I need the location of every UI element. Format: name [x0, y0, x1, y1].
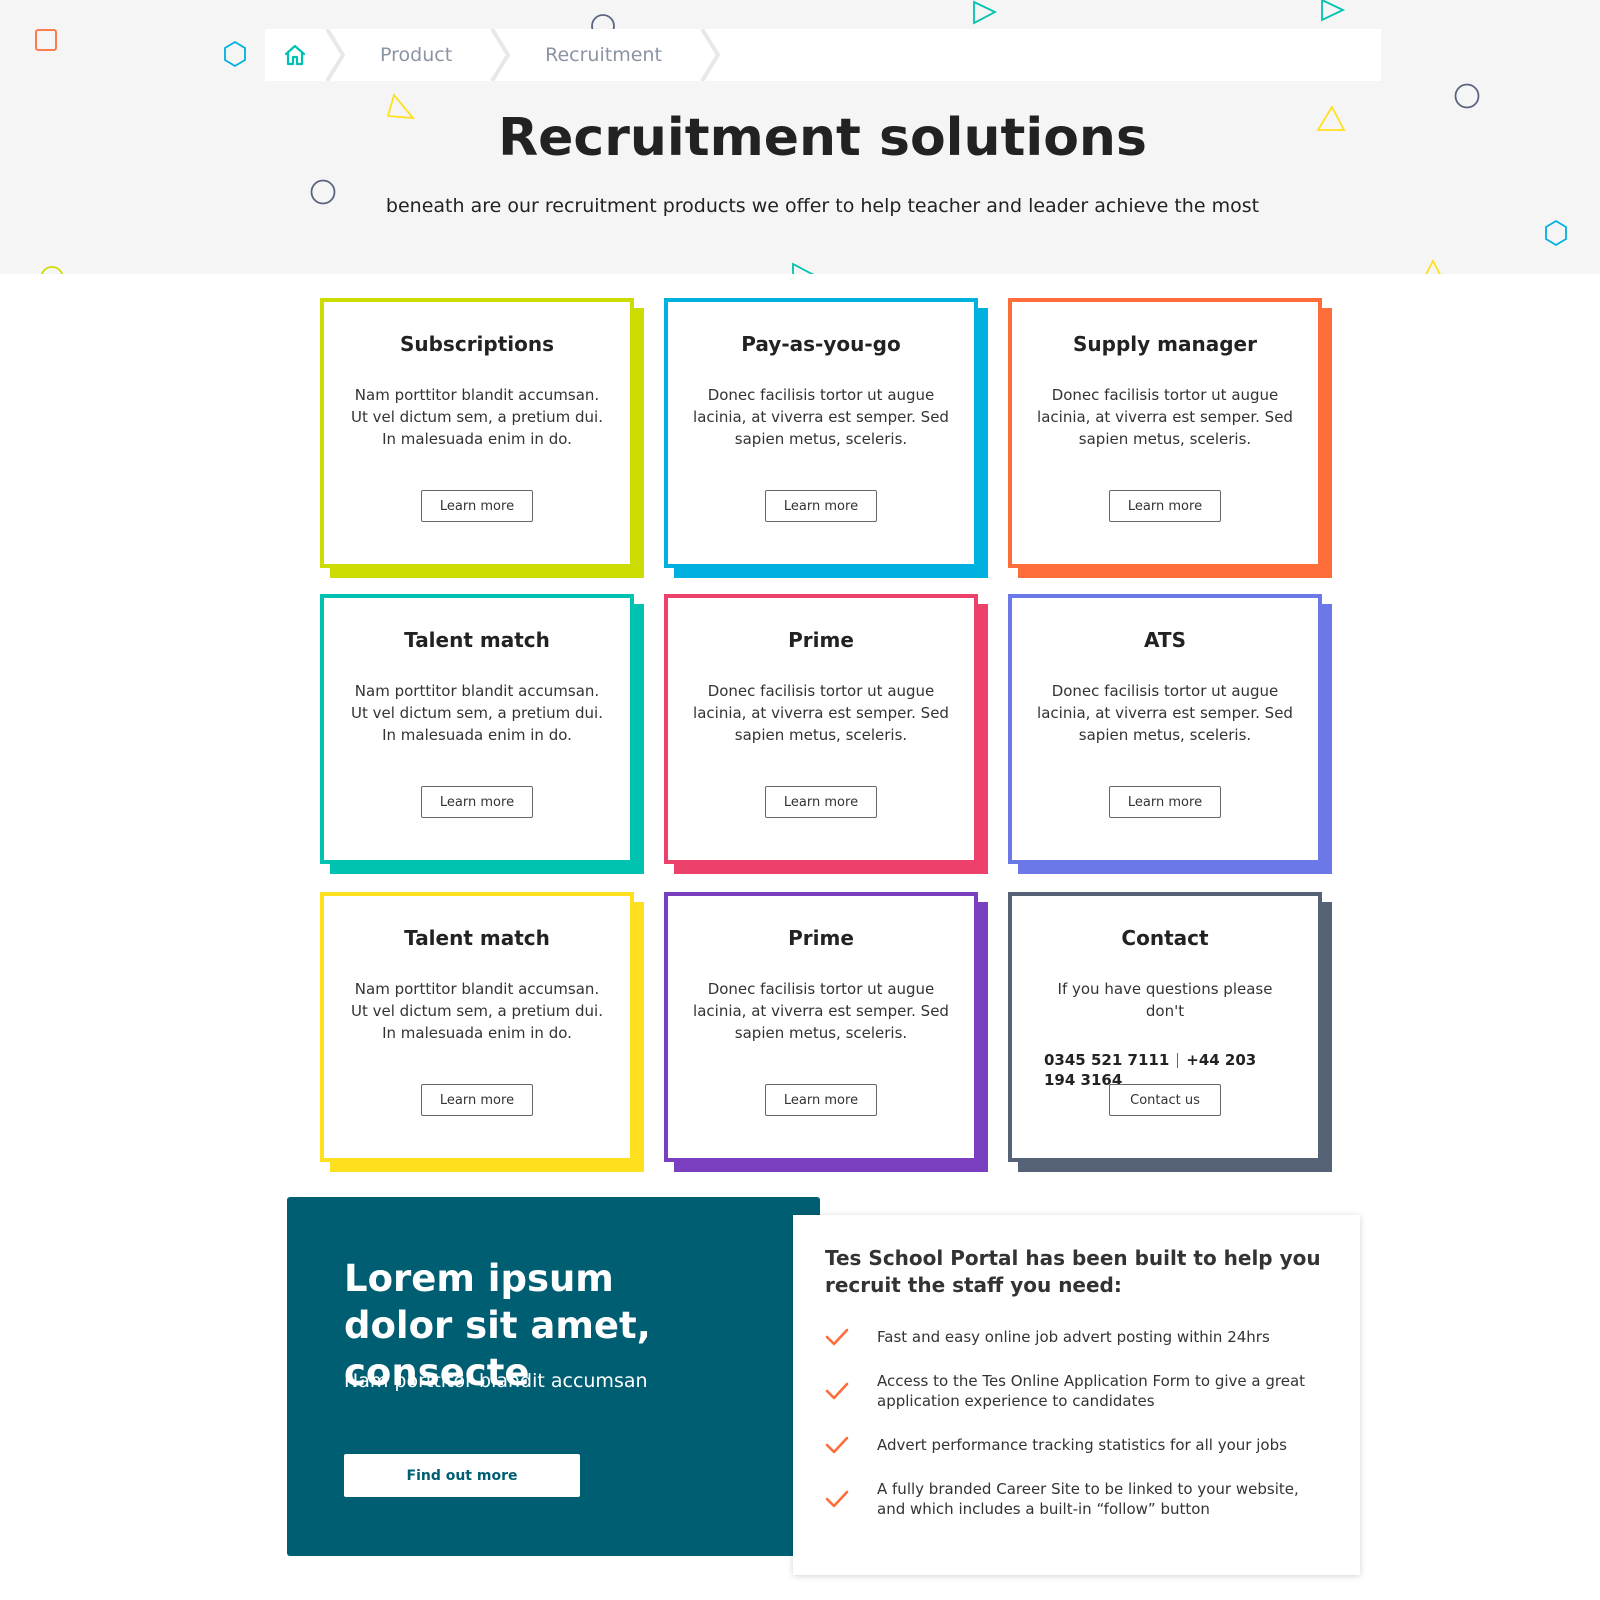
product-card-talent-match: Talent match Nam porttitor blandit accum…: [320, 892, 644, 1172]
list-item: A fully branded Career Site to be linked…: [825, 1479, 1335, 1519]
card-body: Contact If you have questions please don…: [1008, 892, 1322, 1162]
learn-more-button[interactable]: Learn more: [421, 786, 533, 818]
card-body: Pay-as-you-go Donec facilisis tortor ut …: [664, 298, 978, 568]
feature-text: Fast and easy online job advert posting …: [877, 1328, 1270, 1346]
card-description: Donec facilisis tortor ut augue lacinia,…: [693, 682, 949, 744]
hexagon-decoration-icon: [1545, 219, 1567, 247]
promo-subtitle: Nam porttitor blandit accumsan: [344, 1370, 648, 1392]
triangle-decoration-icon: [1321, 0, 1346, 22]
page-title: Recruitment solutions: [498, 108, 1147, 168]
features-list: Fast and easy online job advert posting …: [825, 1327, 1335, 1519]
feature-text: Access to the Tes Online Application For…: [877, 1372, 1306, 1410]
find-out-more-button[interactable]: Find out more: [344, 1454, 580, 1497]
phone-number[interactable]: 0345 521 7111: [1044, 1051, 1169, 1069]
card-title: Talent match: [404, 926, 550, 950]
list-item: Advert performance tracking statistics f…: [825, 1435, 1335, 1455]
home-icon: [284, 44, 306, 66]
card-body: ATS Donec facilisis tortor ut augue laci…: [1008, 594, 1322, 864]
card-body: Prime Donec facilisis tortor ut augue la…: [664, 594, 978, 864]
card-description: Donec facilisis tortor ut augue lacinia,…: [1037, 682, 1293, 744]
list-item: Access to the Tes Online Application For…: [825, 1371, 1335, 1411]
card-body: Subscriptions Nam porttitor blandit accu…: [320, 298, 634, 568]
check-icon: [825, 1381, 877, 1401]
triangle-decoration-icon: [792, 262, 814, 274]
chevron-separator-icon: [325, 29, 345, 81]
product-card-prime: Prime Donec facilisis tortor ut augue la…: [664, 892, 988, 1172]
card-body: Talent match Nam porttitor blandit accum…: [320, 892, 634, 1162]
card-title: Prime: [788, 628, 854, 652]
learn-more-button[interactable]: Learn more: [421, 1084, 533, 1116]
list-item: Fast and easy online job advert posting …: [825, 1327, 1335, 1347]
card-title: Contact: [1121, 926, 1209, 950]
card-description: Nam porttitor blandit accumsan. Ut vel d…: [350, 682, 603, 744]
hexagon-decoration-icon: [224, 40, 246, 68]
product-card-prime: Prime Donec facilisis tortor ut augue la…: [664, 594, 988, 874]
chevron-separator-icon: [490, 29, 511, 81]
circle-decoration-icon: [1454, 83, 1480, 109]
chevron-separator-icon: [700, 29, 720, 81]
card-title: Pay-as-you-go: [741, 332, 901, 356]
breadcrumb-item-recruitment[interactable]: Recruitment: [510, 29, 700, 81]
feature-text: Advert performance tracking statistics f…: [877, 1436, 1287, 1454]
card-title: Talent match: [404, 628, 550, 652]
triangle-decoration-icon: [973, 0, 998, 25]
card-title: ATS: [1144, 628, 1186, 652]
breadcrumb-item-product[interactable]: Product: [345, 29, 490, 81]
check-icon: [825, 1327, 877, 1347]
card-description: Donec facilisis tortor ut augue lacinia,…: [693, 386, 949, 448]
card-description: Donec facilisis tortor ut augue lacinia,…: [693, 980, 949, 1042]
card-title: Supply manager: [1073, 332, 1257, 356]
learn-more-button[interactable]: Learn more: [1109, 786, 1221, 818]
square-decoration-icon: [35, 29, 57, 51]
learn-more-button[interactable]: Learn more: [765, 1084, 877, 1116]
card-body: Supply manager Donec facilisis tortor ut…: [1008, 298, 1322, 568]
check-icon: [825, 1435, 877, 1455]
circle-decoration-icon: [40, 266, 64, 274]
learn-more-button[interactable]: Learn more: [1109, 490, 1221, 522]
card-description: Nam porttitor blandit accumsan. Ut vel d…: [350, 386, 603, 448]
card-title: Prime: [788, 926, 854, 950]
card-description: Nam porttitor blandit accumsan. Ut vel d…: [350, 980, 603, 1042]
breadcrumb-home[interactable]: [265, 29, 325, 81]
promo-panel: Lorem ipsum dolor sit amet, consecte Nam…: [287, 1197, 820, 1556]
hero-section: Product Recruitment Recruitment solution…: [0, 0, 1600, 274]
learn-more-button[interactable]: Learn more: [421, 490, 533, 522]
contact-description: If you have questions please don't: [1057, 980, 1273, 1020]
product-card-subscriptions: Subscriptions Nam porttitor blandit accu…: [320, 298, 644, 578]
triangle-decoration-icon: [1425, 259, 1441, 274]
page-subtitle: beneath are our recruitment products we …: [385, 195, 1260, 217]
learn-more-button[interactable]: Learn more: [765, 786, 877, 818]
product-card-pay-as-you-go: Pay-as-you-go Donec facilisis tortor ut …: [664, 298, 988, 578]
learn-more-button[interactable]: Learn more: [765, 490, 877, 522]
phone-divider: [1177, 1053, 1179, 1068]
contact-us-button[interactable]: Contact us: [1109, 1084, 1221, 1116]
product-card-ats: ATS Donec facilisis tortor ut augue laci…: [1008, 594, 1332, 874]
check-icon: [825, 1489, 877, 1509]
card-title: Subscriptions: [399, 332, 555, 356]
features-panel: Tes School Portal has been built to help…: [793, 1215, 1360, 1575]
card-body: Prime Donec facilisis tortor ut augue la…: [664, 892, 978, 1162]
features-title: Tes School Portal has been built to help…: [825, 1246, 1321, 1297]
card-body: Talent match Nam porttitor blandit accum…: [320, 594, 634, 864]
contact-card: Contact If you have questions please don…: [1008, 892, 1332, 1172]
product-card-talent-match: Talent match Nam porttitor blandit accum…: [320, 594, 644, 874]
card-description: Donec facilisis tortor ut augue lacinia,…: [1037, 386, 1293, 448]
feature-text: A fully branded Career Site to be linked…: [877, 1480, 1299, 1518]
breadcrumb: Product Recruitment: [265, 29, 1381, 81]
product-card-supply-manager: Supply manager Donec facilisis tortor ut…: [1008, 298, 1332, 578]
